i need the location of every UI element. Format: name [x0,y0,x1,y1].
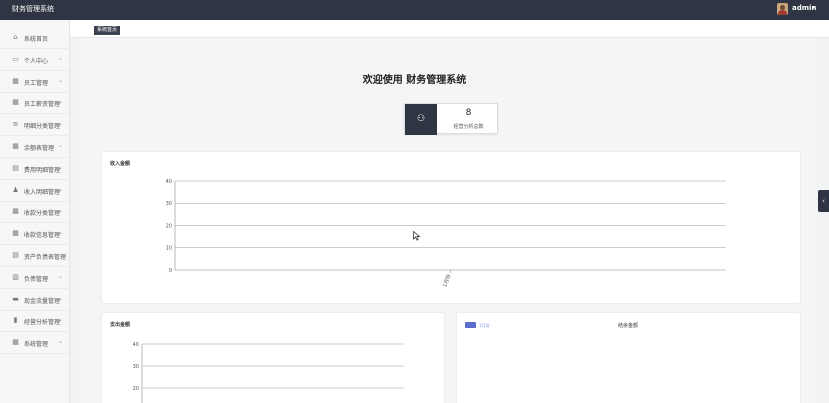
expense-y-tick-label: 30 [133,364,139,370]
income-y-tick-label: 20 [166,223,172,229]
income-y-tick-label: 40 [166,179,172,185]
income-x-tick-label: 1月份 [441,273,452,288]
collapse-handle[interactable]: ‹ [818,190,829,212]
charts-layer: 0 10 20 30 40 1月份 20 30 40 [133,179,726,403]
income-y-tick-label: 0 [169,268,172,274]
expense-y-tick-label: 40 [133,342,139,348]
mouse-cursor-icon [413,231,421,241]
income-y-tick-label: 30 [166,201,172,207]
income-y-tick-label: 10 [166,246,172,252]
expense-y-tick-label: 20 [133,386,139,392]
